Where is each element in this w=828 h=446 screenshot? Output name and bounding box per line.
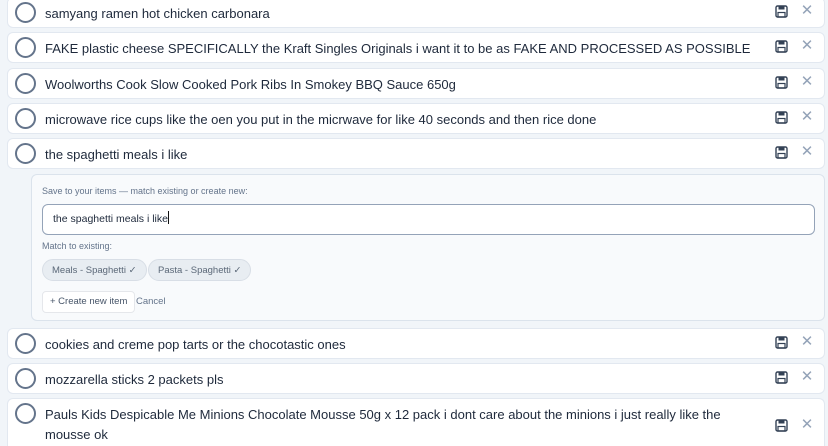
item-text: cookies and creme pop tarts or the choco…	[45, 337, 346, 352]
item-checkbox[interactable]	[15, 333, 36, 354]
text-caret	[167, 211, 169, 224]
item-text: microwave rice cups like the oen you put…	[45, 112, 597, 127]
save-icon[interactable]	[775, 419, 788, 432]
list-item: Pauls Kids Despicable Me Minions Chocola…	[7, 398, 825, 446]
save-icon[interactable]	[775, 5, 788, 18]
list-item: mozzarella sticks 2 packets pls ✕	[7, 363, 825, 394]
item-text: FAKE plastic cheese SPECIFICALLY the Kra…	[45, 41, 751, 56]
item-checkbox[interactable]	[15, 2, 36, 23]
close-icon[interactable]: ✕	[800, 3, 814, 18]
save-icon[interactable]	[775, 111, 788, 124]
close-icon[interactable]: ✕	[800, 334, 814, 349]
item-name-input[interactable]: the spaghetti meals i like	[42, 204, 815, 235]
item-checkbox[interactable]	[15, 73, 36, 94]
save-icon[interactable]	[775, 371, 788, 384]
save-icon[interactable]	[775, 146, 788, 159]
close-icon[interactable]: ✕	[800, 109, 814, 124]
item-checkbox[interactable]	[15, 37, 36, 58]
close-icon[interactable]: ✕	[800, 38, 814, 53]
save-icon[interactable]	[775, 40, 788, 53]
save-item-panel: Save to your items — match existing or c…	[31, 174, 825, 321]
item-checkbox[interactable]	[15, 403, 36, 424]
close-icon[interactable]: ✕	[800, 369, 814, 384]
create-new-item-button[interactable]: + Create new item	[42, 291, 136, 313]
match-chip-pasta-spaghetti[interactable]: Pasta - Spaghetti ✓	[148, 259, 252, 281]
item-text: samyang ramen hot chicken carbonara	[45, 6, 270, 21]
list-item: cookies and creme pop tarts or the choco…	[7, 328, 825, 359]
match-chip-meals-spaghetti[interactable]: Meals - Spaghetti ✓	[42, 259, 147, 281]
match-label: Match to existing:	[42, 241, 113, 251]
list-item: samyang ramen hot chicken carbonara ✕	[7, 0, 825, 28]
save-instructions: Save to your items — match existing or c…	[42, 186, 248, 196]
item-text: Pauls Kids Despicable Me Minions Chocola…	[45, 407, 721, 442]
list-item: microwave rice cups like the oen you put…	[7, 103, 825, 134]
list-item: the spaghetti meals i like ✕	[7, 138, 825, 169]
list-item: Woolworths Cook Slow Cooked Pork Ribs In…	[7, 68, 825, 99]
item-text: Woolworths Cook Slow Cooked Pork Ribs In…	[45, 77, 456, 92]
save-icon[interactable]	[775, 76, 788, 89]
item-text: the spaghetti meals i like	[45, 147, 188, 162]
close-icon[interactable]: ✕	[800, 74, 814, 89]
close-icon[interactable]: ✕	[800, 144, 814, 159]
close-icon[interactable]: ✕	[800, 417, 814, 432]
save-icon[interactable]	[775, 336, 788, 349]
item-text: mozzarella sticks 2 packets pls	[45, 372, 224, 387]
item-checkbox[interactable]	[15, 143, 36, 164]
item-checkbox[interactable]	[15, 368, 36, 389]
cancel-button[interactable]: Cancel	[136, 296, 166, 307]
item-checkbox[interactable]	[15, 108, 36, 129]
list-item: FAKE plastic cheese SPECIFICALLY the Kra…	[7, 32, 825, 63]
